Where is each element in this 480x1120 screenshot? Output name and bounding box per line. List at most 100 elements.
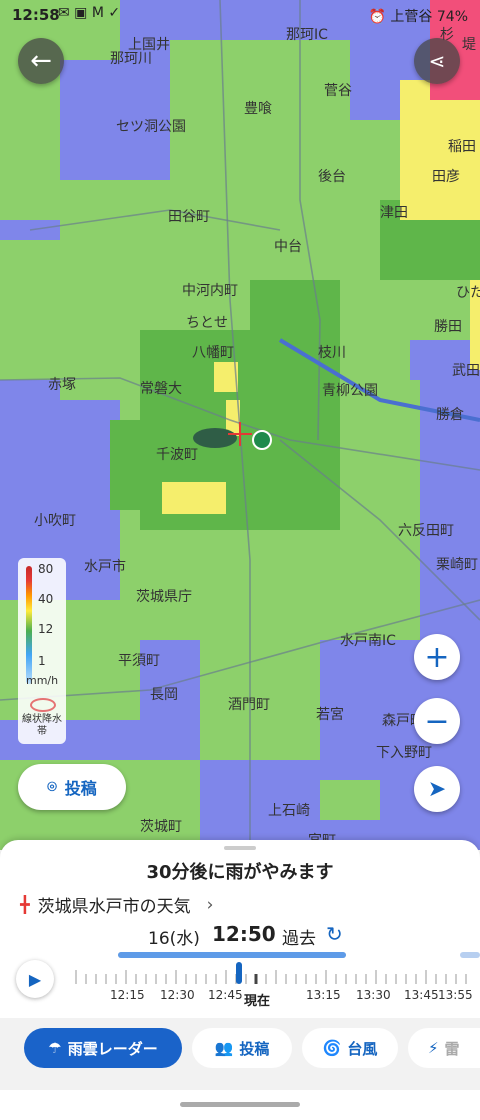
- tick-label-1215: 12:15: [110, 988, 145, 1002]
- map-place-label: 中台: [274, 239, 302, 255]
- share-icon: ⋖: [428, 49, 446, 73]
- radar-heavy-rain-area: [162, 482, 226, 514]
- map-place-label: 常磐大: [140, 381, 182, 397]
- radar-moderate-rain-area: [110, 420, 170, 510]
- rain-forecast-headline: 30分後に雨がやみます: [146, 862, 334, 883]
- load-progress: [118, 952, 346, 958]
- timeline-ticks[interactable]: [70, 968, 480, 988]
- map-place-label: 八幡町: [192, 345, 234, 361]
- zoom-in-button[interactable]: +: [414, 634, 460, 680]
- play-button[interactable]: ▶: [16, 960, 54, 998]
- map-place-label: 枝川: [318, 345, 346, 361]
- load-progress-next: [460, 952, 480, 958]
- home-indicator: [180, 1102, 300, 1107]
- map-place-label: 上石崎: [268, 803, 310, 819]
- map-place-label: セツ洞公園: [116, 119, 186, 135]
- legend-level-1: 1: [38, 654, 46, 668]
- map-place-label: 田彦: [432, 169, 460, 185]
- radar-light-rain-area: [300, 560, 380, 640]
- map-place-label: 上国井: [128, 37, 170, 53]
- legend-level-80: 80: [38, 562, 54, 576]
- tick-label-1345: 13:45: [404, 988, 439, 1002]
- play-icon: ▶: [28, 969, 42, 989]
- map-place-label: 菅谷: [324, 83, 352, 99]
- refresh-icon[interactable]: ↻: [326, 922, 343, 946]
- carrier-label: 上菅谷: [390, 9, 433, 25]
- legend-level-12: 12: [38, 622, 54, 636]
- post-pin-icon: ⌾: [47, 777, 57, 796]
- radar-light-rain-area: [320, 780, 380, 820]
- nav-posts-label: 投稿: [239, 1039, 270, 1058]
- map-place-label: 那珂IC: [286, 27, 328, 43]
- sheet-handle[interactable]: [224, 846, 256, 850]
- nav-rain-radar[interactable]: ☂ 雨雲レーダー: [24, 1028, 182, 1068]
- rain-cloud-icon: ☂: [48, 1039, 62, 1057]
- tick-label-1330: 13:30: [356, 988, 391, 1002]
- map-place-label: ひた: [456, 285, 480, 301]
- map-place-label: 赤塚: [48, 377, 76, 393]
- map-place-label: 勝田: [434, 319, 462, 335]
- legend-color-bar: [26, 566, 32, 684]
- linear-band-label: 線状降水帯: [22, 714, 62, 737]
- plus-icon: +: [424, 639, 450, 675]
- status-bar: 12:58 ✉ ▣ M ✓ ⏰ 上菅谷 74%: [0, 0, 480, 32]
- radar-light-rain-area: [0, 60, 60, 220]
- post-button[interactable]: ⌾ 投稿: [18, 764, 126, 810]
- map-place-label: 平須町: [118, 653, 160, 669]
- map-place-label: 稲田: [448, 139, 476, 155]
- notification-icons: ✉ ▣ M ✓: [58, 5, 121, 21]
- linear-band-icon: [30, 698, 56, 712]
- timeline-mode: 過去: [282, 929, 316, 949]
- map-place-label: 青柳公園: [322, 383, 378, 399]
- bottom-sheet[interactable]: 30分後に雨がやみます ╋ 茨城県水戸市の天気 › 16(水) 12:50 過去…: [0, 840, 480, 1120]
- timeline-date: 16(水): [148, 929, 200, 949]
- timeline-slider-handle[interactable]: [236, 962, 242, 984]
- map-place-label: 勝倉: [436, 407, 464, 423]
- tick-label-1230: 12:30: [160, 988, 195, 1002]
- legend-level-40: 40: [38, 592, 54, 606]
- location-name: 茨城県水戸市の天気: [37, 897, 191, 917]
- map-place-label: 栗崎町: [436, 557, 478, 573]
- nav-posts[interactable]: 👥 投稿: [192, 1028, 292, 1068]
- tick-label-1245: 12:45: [208, 988, 243, 1002]
- current-location-button[interactable]: ➤: [414, 766, 460, 812]
- map-place-label: 津田: [380, 205, 408, 221]
- map-place-label: 長岡: [150, 687, 178, 703]
- share-button[interactable]: ⋖: [414, 38, 460, 84]
- location-link[interactable]: ╋ 茨城県水戸市の天気 ›: [20, 892, 213, 918]
- legend-unit: mm/h: [26, 674, 59, 687]
- tick-label-1355: 13:55: [438, 988, 473, 1002]
- map-place-label: 若宮: [316, 707, 344, 723]
- navigation-arrow-icon: ➤: [427, 776, 447, 802]
- minus-icon: −: [424, 703, 450, 739]
- location-pin-icon[interactable]: [252, 430, 272, 450]
- map-place-label: 酒門町: [228, 697, 270, 713]
- map-place-label: 茨城町: [140, 819, 182, 835]
- back-button[interactable]: ←: [18, 38, 64, 84]
- nav-typhoon[interactable]: 🌀 台風: [302, 1028, 398, 1068]
- arrow-left-icon: ←: [30, 46, 52, 76]
- map-place-label: 下入野町: [376, 745, 432, 761]
- alarm-icon: ⏰: [368, 9, 386, 25]
- map-place-label: 後台: [318, 169, 346, 185]
- senba-lake: [193, 428, 237, 448]
- typhoon-icon: 🌀: [322, 1039, 342, 1057]
- nav-lightning[interactable]: ⚡ 雷: [408, 1028, 480, 1068]
- load-progress-fill: [118, 952, 346, 958]
- map-place-label: 六反田町: [398, 523, 454, 539]
- zoom-out-button[interactable]: −: [414, 698, 460, 744]
- lightning-icon: ⚡: [428, 1039, 439, 1057]
- map-place-label: ちとせ: [186, 315, 228, 331]
- map-place-label: 豊喰: [244, 101, 272, 117]
- tick-label-1315: 13:15: [306, 988, 341, 1002]
- post-label: 投稿: [64, 779, 97, 798]
- nav-lightning-label: 雷: [444, 1039, 460, 1058]
- rain-legend: 80 40 12 1 mm/h 線状降水帯: [18, 558, 66, 744]
- nav-typhoon-label: 台風: [347, 1039, 378, 1058]
- map-place-label: 千波町: [156, 447, 198, 463]
- map-place-label: 水戸南IC: [340, 633, 396, 649]
- map-place-label: 水戸市: [84, 559, 126, 575]
- map-place-label: 堤: [462, 37, 476, 53]
- crosshair-icon: ╋: [20, 895, 30, 914]
- map-place-label: 武田: [452, 363, 480, 379]
